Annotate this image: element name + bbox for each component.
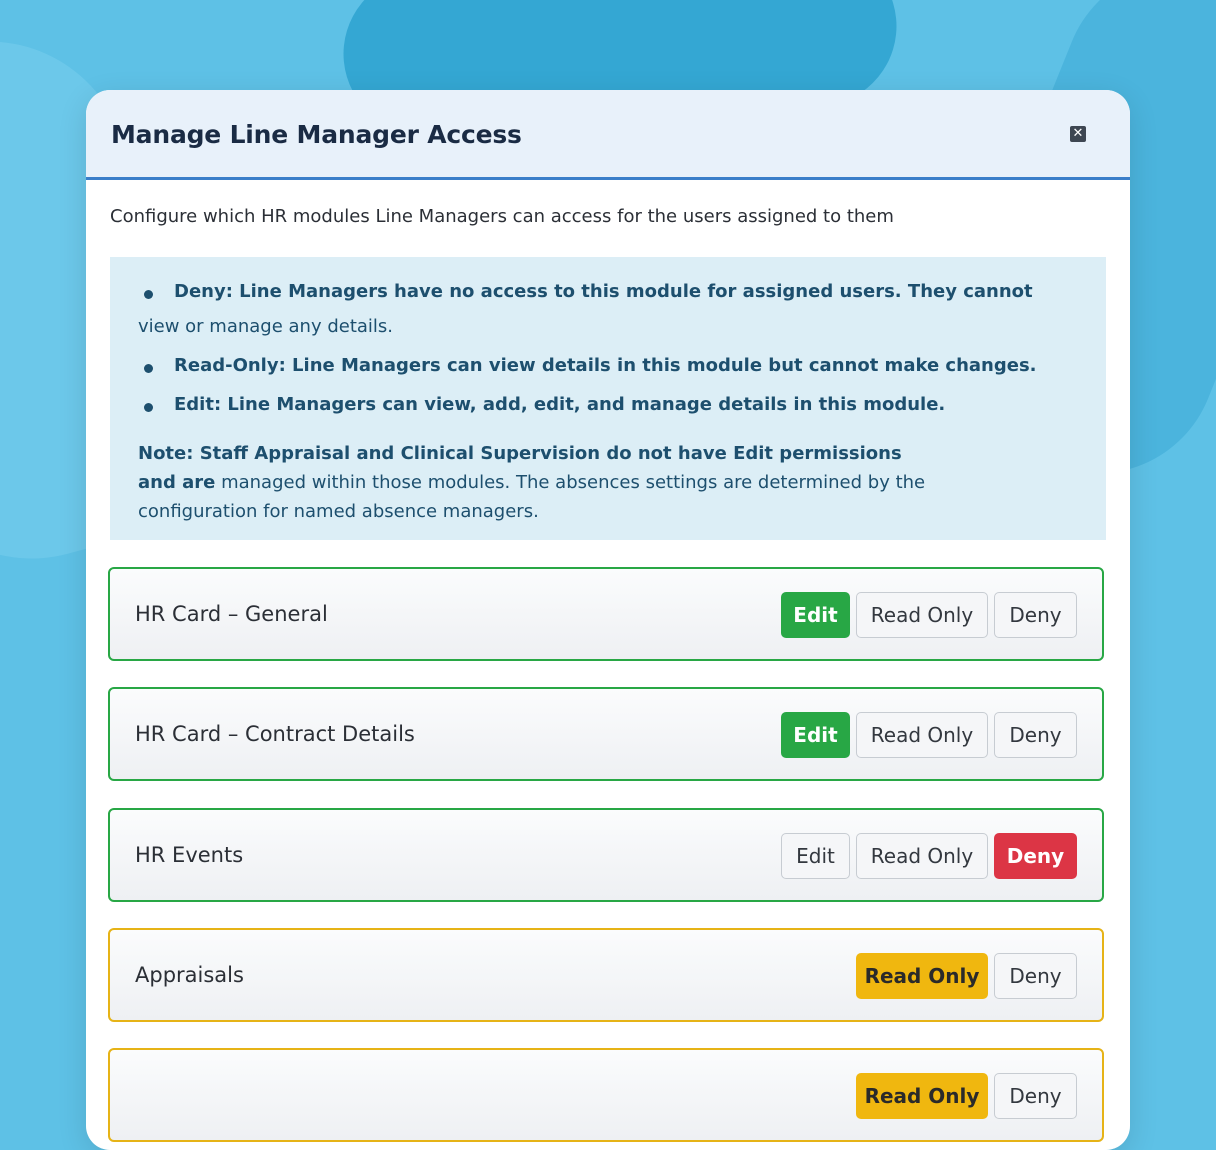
info-bullet-edit: Edit: Line Managers can view, add, edit,… (138, 393, 945, 417)
module-row: Appraisals Read Only Deny (108, 928, 1104, 1022)
close-icon[interactable]: ✕ (1070, 126, 1086, 142)
permission-button-group: Read Only Deny (856, 1073, 1077, 1119)
edit-button[interactable]: Edit (781, 833, 850, 879)
edit-button[interactable]: Edit (781, 712, 850, 758)
deny-button[interactable]: Deny (994, 592, 1077, 638)
read-only-button[interactable]: Read Only (856, 592, 988, 638)
module-label: Appraisals (135, 963, 244, 987)
info-bullet-deny: Deny: Line Managers have no access to th… (138, 280, 1033, 304)
bullet-dot (144, 364, 153, 373)
module-label: HR Events (135, 843, 244, 867)
bullet-dot (144, 290, 153, 299)
module-row: HR Card – General Edit Read Only Deny (108, 567, 1104, 661)
module-row: Read Only Deny (108, 1048, 1104, 1142)
deny-button[interactable]: Deny (994, 833, 1077, 879)
permission-button-group: Read Only Deny (856, 953, 1077, 999)
permission-button-group: Edit Read Only Deny (781, 712, 1077, 758)
info-read-only-text: Read-Only: Line Managers can view detail… (174, 355, 1037, 376)
modal-intro: Configure which HR modules Line Managers… (110, 206, 894, 227)
modal-title: Manage Line Manager Access (111, 120, 522, 149)
read-only-button[interactable]: Read Only (856, 1073, 988, 1119)
info-deny-text: Deny: Line Managers have no access to th… (174, 281, 1033, 302)
info-bullet-read-only: Read-Only: Line Managers can view detail… (138, 354, 1037, 378)
read-only-button[interactable]: Read Only (856, 833, 988, 879)
info-note: Note: Staff Appraisal and Clinical Super… (138, 439, 938, 526)
read-only-button[interactable]: Read Only (856, 953, 988, 999)
note-rest: managed within those modules. The absenc… (138, 472, 926, 522)
access-modal: Manage Line Manager Access ✕ Configure w… (86, 90, 1130, 1150)
module-row: HR Events Edit Read Only Deny (108, 808, 1104, 902)
module-label: HR Card – Contract Details (135, 722, 415, 746)
module-row: HR Card – Contract Details Edit Read Only D… (108, 687, 1104, 781)
deny-button[interactable]: Deny (994, 1073, 1077, 1119)
permissions-info-box: Deny: Line Managers have no access to th… (110, 257, 1106, 540)
bullet-dot (144, 403, 153, 412)
info-edit-text: Edit: Line Managers can view, add, edit,… (174, 394, 946, 415)
deny-button[interactable]: Deny (994, 953, 1077, 999)
info-deny-continuation: view or manage any details. (138, 316, 394, 337)
modal-header: Manage Line Manager Access ✕ (86, 90, 1130, 180)
permission-button-group: Edit Read Only Deny (781, 833, 1077, 879)
module-label: HR Card – General (135, 602, 328, 626)
read-only-button[interactable]: Read Only (856, 712, 988, 758)
deny-button[interactable]: Deny (994, 712, 1077, 758)
edit-button[interactable]: Edit (781, 592, 850, 638)
permission-button-group: Edit Read Only Deny (781, 592, 1077, 638)
